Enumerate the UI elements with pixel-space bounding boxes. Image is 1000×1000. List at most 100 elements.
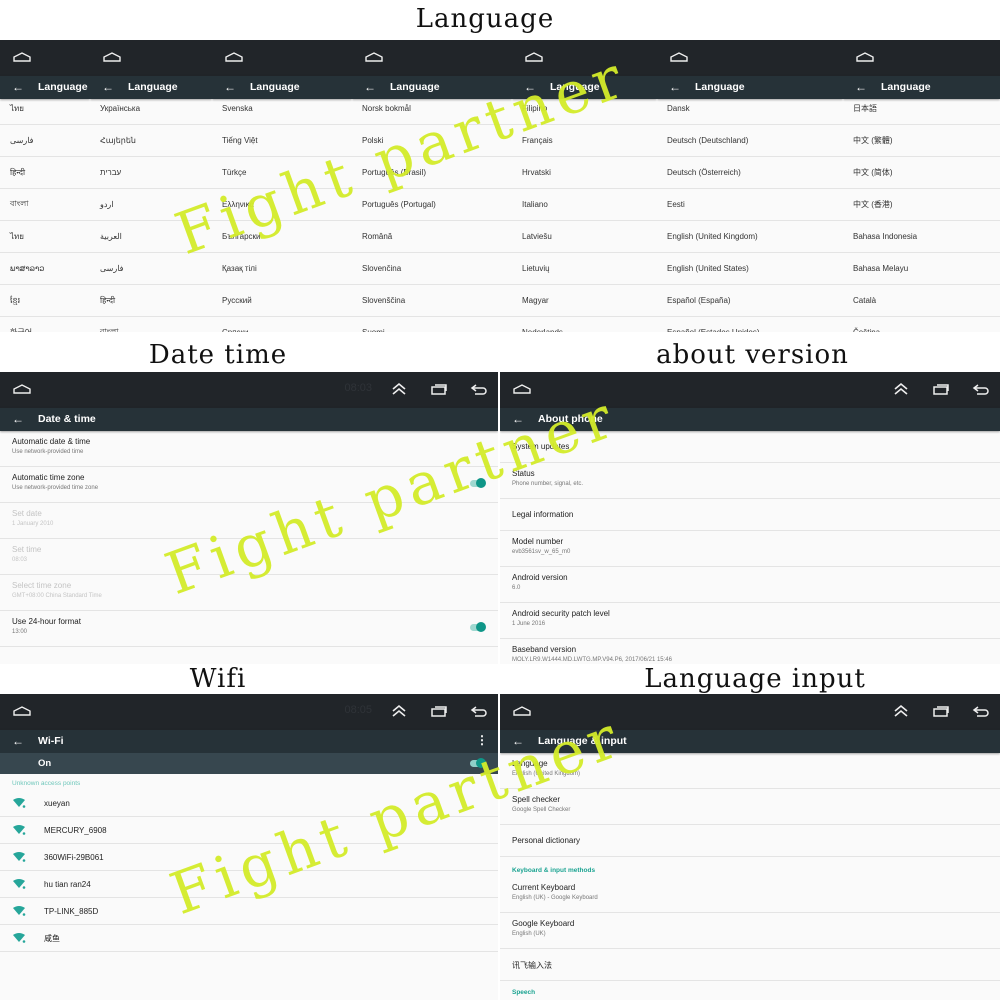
wifi-network-item[interactable]: hu tian ran24 bbox=[0, 871, 498, 898]
double-chevron-up-icon[interactable] bbox=[892, 704, 910, 718]
language-option[interactable]: Русский bbox=[212, 285, 352, 317]
language-option[interactable]: Türkçe bbox=[212, 157, 352, 189]
language-option[interactable]: עברית bbox=[90, 157, 212, 189]
settings-item[interactable]: Automatic date & time Use network-provide… bbox=[0, 431, 498, 467]
language-option[interactable]: Norsk bokmål bbox=[352, 93, 512, 125]
back-nav-icon[interactable] bbox=[470, 382, 488, 396]
language-option[interactable]: فارسی bbox=[90, 253, 212, 285]
language-option[interactable]: ไทย bbox=[0, 221, 90, 253]
settings-item[interactable]: Google Keyboard English (UK) bbox=[500, 913, 1000, 949]
home-icon[interactable] bbox=[513, 706, 531, 716]
home-icon[interactable] bbox=[13, 706, 31, 716]
language-option[interactable]: Tiếng Việt bbox=[212, 125, 352, 157]
overflow-menu-icon[interactable]: ⋮ bbox=[476, 733, 488, 747]
back-arrow-icon[interactable]: ← bbox=[12, 412, 24, 426]
double-chevron-up-icon[interactable] bbox=[390, 704, 408, 718]
language-option[interactable]: Suomi bbox=[352, 317, 512, 332]
wifi-master-switch[interactable]: On bbox=[0, 753, 498, 774]
language-option[interactable]: ខ្មែរ bbox=[0, 285, 90, 317]
wifi-network-item[interactable]: 360WiFi-29B061 bbox=[0, 844, 498, 871]
language-option[interactable]: Dansk bbox=[657, 93, 843, 125]
wifi-network-item[interactable]: MERCURY_6908 bbox=[0, 817, 498, 844]
settings-item[interactable]: Android version 6.0 bbox=[500, 567, 1000, 603]
language-option[interactable]: Português (Portugal) bbox=[352, 189, 512, 221]
home-icon[interactable] bbox=[13, 384, 31, 394]
back-arrow-icon[interactable]: ← bbox=[512, 412, 524, 426]
language-option[interactable]: Deutsch (Deutschland) bbox=[657, 125, 843, 157]
wifi-network-item[interactable]: TP-LINK_885D bbox=[0, 898, 498, 925]
language-option[interactable]: 中文 (香港) bbox=[843, 189, 1000, 221]
settings-item[interactable]: Personal dictionary bbox=[500, 825, 1000, 857]
language-option[interactable]: English (United States) bbox=[657, 253, 843, 285]
home-icon[interactable] bbox=[670, 52, 688, 62]
settings-item[interactable]: Status Phone number, signal, etc. bbox=[500, 463, 1000, 499]
language-option[interactable]: Čeština bbox=[843, 317, 1000, 332]
language-option[interactable]: Hrvatski bbox=[512, 157, 657, 189]
wifi-network-item[interactable]: xueyan bbox=[0, 790, 498, 817]
back-arrow-icon[interactable]: ← bbox=[224, 80, 236, 94]
language-option[interactable]: Català bbox=[843, 285, 1000, 317]
language-option[interactable]: اردو bbox=[90, 189, 212, 221]
recents-icon[interactable] bbox=[430, 704, 448, 718]
language-option[interactable]: Español (Estados Unidos) bbox=[657, 317, 843, 332]
language-option[interactable]: বাংলা bbox=[90, 317, 212, 332]
language-option[interactable]: ไทย bbox=[0, 93, 90, 125]
language-option[interactable]: हिन्दी bbox=[0, 157, 90, 189]
language-option[interactable]: 한국어 bbox=[0, 317, 90, 332]
home-icon[interactable] bbox=[856, 52, 874, 62]
language-option[interactable]: Español (España) bbox=[657, 285, 843, 317]
back-arrow-icon[interactable]: ← bbox=[855, 80, 867, 94]
home-icon[interactable] bbox=[365, 52, 383, 62]
back-arrow-icon[interactable]: ← bbox=[669, 80, 681, 94]
double-chevron-up-icon[interactable] bbox=[390, 382, 408, 396]
wifi-toggle[interactable] bbox=[470, 758, 486, 768]
back-arrow-icon[interactable]: ← bbox=[512, 734, 524, 748]
language-option[interactable]: Svenska bbox=[212, 93, 352, 125]
recents-icon[interactable] bbox=[932, 704, 950, 718]
settings-item[interactable]: Automatic time zone Use network-provided … bbox=[0, 467, 498, 503]
language-option[interactable]: Français bbox=[512, 125, 657, 157]
language-option[interactable]: 中文 (简体) bbox=[843, 157, 1000, 189]
toggle-switch[interactable] bbox=[470, 622, 486, 632]
settings-item[interactable]: Use 24-hour format 13:00 bbox=[0, 611, 498, 647]
language-option[interactable]: Български bbox=[212, 221, 352, 253]
back-nav-icon[interactable] bbox=[972, 704, 990, 718]
home-icon[interactable] bbox=[103, 52, 121, 62]
language-option[interactable]: Deutsch (Österreich) bbox=[657, 157, 843, 189]
language-option[interactable]: Română bbox=[352, 221, 512, 253]
language-option[interactable]: Bahasa Melayu bbox=[843, 253, 1000, 285]
language-option[interactable]: Հայերեն bbox=[90, 125, 212, 157]
language-option[interactable]: Українська bbox=[90, 93, 212, 125]
settings-item[interactable]: Model number evb3561sv_w_65_m0 bbox=[500, 531, 1000, 567]
language-option[interactable]: বাংলা bbox=[0, 189, 90, 221]
wifi-network-item[interactable]: 咸鱼 bbox=[0, 925, 498, 952]
language-option[interactable]: Қазақ тілі bbox=[212, 253, 352, 285]
language-option[interactable]: 中文 (繁體) bbox=[843, 125, 1000, 157]
language-option[interactable]: العربية bbox=[90, 221, 212, 253]
recents-icon[interactable] bbox=[430, 382, 448, 396]
language-option[interactable]: Ελληνικά bbox=[212, 189, 352, 221]
language-option[interactable]: Latviešu bbox=[512, 221, 657, 253]
language-option[interactable]: English (United Kingdom) bbox=[657, 221, 843, 253]
back-arrow-icon[interactable]: ← bbox=[12, 734, 24, 748]
settings-item[interactable]: Baseband version MOLY.LR9.W1444.MD.LWTG.M… bbox=[500, 639, 1000, 664]
language-option[interactable]: Italiano bbox=[512, 189, 657, 221]
language-option[interactable]: Polski bbox=[352, 125, 512, 157]
home-icon[interactable] bbox=[513, 384, 531, 394]
settings-item[interactable]: 讯飞输入法 bbox=[500, 949, 1000, 981]
language-option[interactable]: Slovenčina bbox=[352, 253, 512, 285]
language-option[interactable]: Eesti bbox=[657, 189, 843, 221]
settings-item[interactable]: Current Keyboard English (UK) - Google Ke… bbox=[500, 877, 1000, 913]
back-arrow-icon[interactable]: ← bbox=[524, 80, 536, 94]
settings-item[interactable]: Legal information bbox=[500, 499, 1000, 531]
double-chevron-up-icon[interactable] bbox=[892, 382, 910, 396]
language-option[interactable]: 日本語 bbox=[843, 93, 1000, 125]
language-option[interactable]: Filipino bbox=[512, 93, 657, 125]
language-option[interactable]: Lietuvių bbox=[512, 253, 657, 285]
home-icon[interactable] bbox=[225, 52, 243, 62]
language-option[interactable]: Português (Brasil) bbox=[352, 157, 512, 189]
language-option[interactable]: ພາສາລາວ bbox=[0, 253, 90, 285]
language-option[interactable]: Српски bbox=[212, 317, 352, 332]
language-option[interactable]: فارسی bbox=[0, 125, 90, 157]
settings-item[interactable]: Android security patch level 1 June 2016 bbox=[500, 603, 1000, 639]
